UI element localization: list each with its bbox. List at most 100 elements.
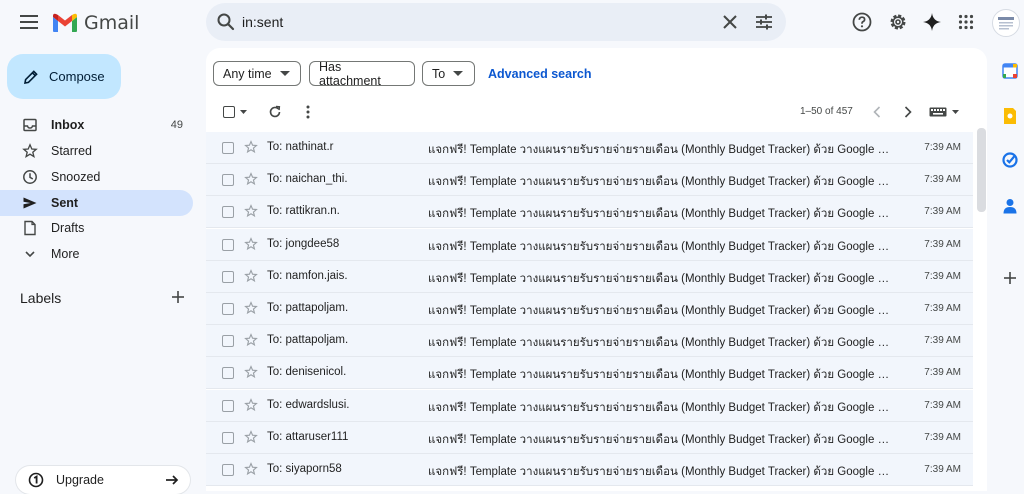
contacts-addon[interactable]: [1000, 196, 1020, 216]
star-icon[interactable]: [244, 462, 258, 476]
mail-list-scrollbar[interactable]: [977, 128, 986, 212]
advanced-search-link[interactable]: Advanced search: [488, 67, 592, 81]
row-checkbox[interactable]: [222, 335, 234, 348]
input-tools-button[interactable]: [928, 104, 960, 120]
sidebar-item-inbox[interactable]: Inbox 49: [0, 112, 193, 138]
account-avatar[interactable]: [992, 9, 1020, 37]
email-time: 7:39 AM: [924, 238, 961, 250]
star-icon[interactable]: [244, 172, 258, 186]
email-time: 7:39 AM: [924, 367, 961, 379]
email-subject: แจกฟรี! Template วางแผนรายรับรายจ่ายรายเ…: [428, 369, 890, 382]
select-all-checkbox[interactable]: [220, 104, 250, 120]
row-checkbox[interactable]: [222, 399, 234, 412]
star-icon[interactable]: [244, 236, 258, 251]
gemini-button[interactable]: [920, 10, 944, 34]
support-button[interactable]: [850, 10, 874, 34]
sidebar-item-label: Starred: [51, 144, 92, 158]
row-checkbox[interactable]: [222, 206, 234, 219]
email-subject: แจกฟรี! Template วางแผนรายรับรายจ่ายรายเ…: [428, 337, 890, 350]
more-options-button[interactable]: [300, 104, 316, 120]
search-bar: [206, 3, 786, 41]
settings-button[interactable]: [886, 10, 910, 34]
email-row[interactable]: To: rattikran.n. แจกฟรี! Template วางแผนร…: [206, 196, 973, 229]
sidebar-item-snoozed[interactable]: Snoozed: [0, 164, 193, 190]
to-filter-label: To: [432, 66, 446, 81]
tasks-icon: [1002, 152, 1018, 168]
email-recipient: To: nathinat.r: [267, 141, 334, 153]
get-addons-button[interactable]: [1000, 268, 1020, 288]
labels-heading: Labels: [20, 290, 62, 306]
email-row[interactable]: To: siyaporn58 แจกฟรี! Template วางแผนราย…: [206, 454, 973, 486]
sidebar-item-more[interactable]: More: [0, 241, 193, 267]
row-checkbox[interactable]: [222, 431, 234, 444]
any-time-label: Any time: [223, 66, 272, 81]
email-row[interactable]: To: naichan_thi. แจกฟรี! Template วางแผนร…: [206, 164, 973, 197]
refresh-button[interactable]: [267, 104, 283, 120]
gear-icon: [890, 14, 906, 30]
any-time-filter[interactable]: Any time: [213, 61, 301, 86]
add-label-icon[interactable]: [170, 289, 186, 305]
email-time: 7:39 AM: [924, 206, 961, 218]
apps-button[interactable]: [954, 10, 978, 34]
sidebar-item-drafts[interactable]: Drafts: [0, 215, 193, 241]
email-row[interactable]: To: nathinat.r แจกฟรี! Template วางแผนราย…: [206, 132, 973, 164]
email-row[interactable]: To: pattapoljam. แจกฟรี! Template วางแผนร…: [206, 325, 973, 358]
search-icon[interactable]: [216, 12, 236, 32]
main-menu-button[interactable]: [14, 10, 44, 34]
email-row[interactable]: To: edwardslusi. แจกฟรี! Template วางแผนร…: [206, 389, 973, 422]
newer-page-button[interactable]: [869, 104, 885, 120]
row-checkbox[interactable]: [222, 464, 234, 476]
row-checkbox[interactable]: [222, 142, 234, 154]
row-checkbox[interactable]: [222, 238, 234, 251]
keep-icon: [1004, 108, 1016, 124]
upgrade-button[interactable]: Upgrade: [16, 466, 190, 494]
upgrade-label: Upgrade: [56, 473, 104, 487]
star-icon[interactable]: [244, 397, 258, 412]
email-row[interactable]: To: namfon.jais. แจกฟรี! Template วางแผนร…: [206, 260, 973, 293]
compose-button[interactable]: Compose: [7, 54, 121, 99]
chevron-left-icon: [873, 106, 881, 118]
email-subject: แจกฟรี! Template วางแผนรายรับรายจ่ายรายเ…: [428, 272, 890, 285]
tasks-addon[interactable]: [1000, 150, 1020, 170]
email-recipient: To: pattapoljam.: [267, 302, 349, 314]
row-checkbox[interactable]: [222, 303, 234, 315]
search-input[interactable]: [242, 3, 702, 41]
star-icon[interactable]: [244, 365, 258, 379]
sidebar-item-starred[interactable]: Starred: [0, 138, 193, 164]
calendar-addon[interactable]: [1000, 61, 1020, 81]
has-attachment-filter[interactable]: Has attachment: [309, 60, 415, 88]
email-row[interactable]: To: jongdee58 แจกฟรี! Template วางแผนรายร…: [206, 228, 973, 261]
star-icon[interactable]: [244, 140, 258, 154]
calendar-icon: [1002, 63, 1018, 79]
email-recipient: To: attaruser111: [267, 430, 349, 443]
star-icon[interactable]: [244, 204, 258, 218]
row-checkbox[interactable]: [222, 270, 234, 283]
older-page-button[interactable]: [900, 104, 916, 120]
keep-addon[interactable]: [1000, 106, 1020, 126]
gmail-m-icon: [53, 13, 77, 32]
star-icon: [22, 143, 38, 158]
star-icon[interactable]: [244, 333, 258, 347]
search-options-icon[interactable]: [754, 12, 774, 32]
app-name: Gmail: [84, 12, 140, 34]
row-checkbox[interactable]: [222, 174, 234, 187]
to-filter[interactable]: To: [422, 61, 475, 86]
email-row[interactable]: To: denisenicol. แจกฟรี! Template วางแผนร…: [206, 357, 973, 390]
star-icon[interactable]: [244, 268, 258, 283]
sidebar-item-label: Drafts: [51, 221, 85, 235]
account-image-icon: [998, 17, 1014, 30]
email-row[interactable]: To: pattapoljam. แจกฟรี! Template วางแผนร…: [206, 293, 973, 325]
email-recipient: To: pattapoljam.: [267, 334, 349, 347]
sidebar-item-sent[interactable]: Sent: [0, 190, 193, 216]
row-checkbox[interactable]: [222, 367, 234, 380]
clear-search-icon[interactable]: [720, 12, 740, 32]
star-icon[interactable]: [244, 301, 258, 315]
star-icon[interactable]: [244, 429, 258, 444]
email-row[interactable]: To: attaruser111 แจกฟรี! Template วางแผนร…: [206, 421, 973, 454]
dropdown-arrow-icon: [279, 70, 290, 76]
email-time: 7:39 AM: [924, 303, 961, 314]
gmail-logo[interactable]: Gmail: [52, 10, 139, 36]
email-recipient: To: namfon.jais.: [267, 269, 348, 282]
clock-icon: [23, 170, 37, 184]
dropdown-arrow-icon: [952, 110, 959, 114]
